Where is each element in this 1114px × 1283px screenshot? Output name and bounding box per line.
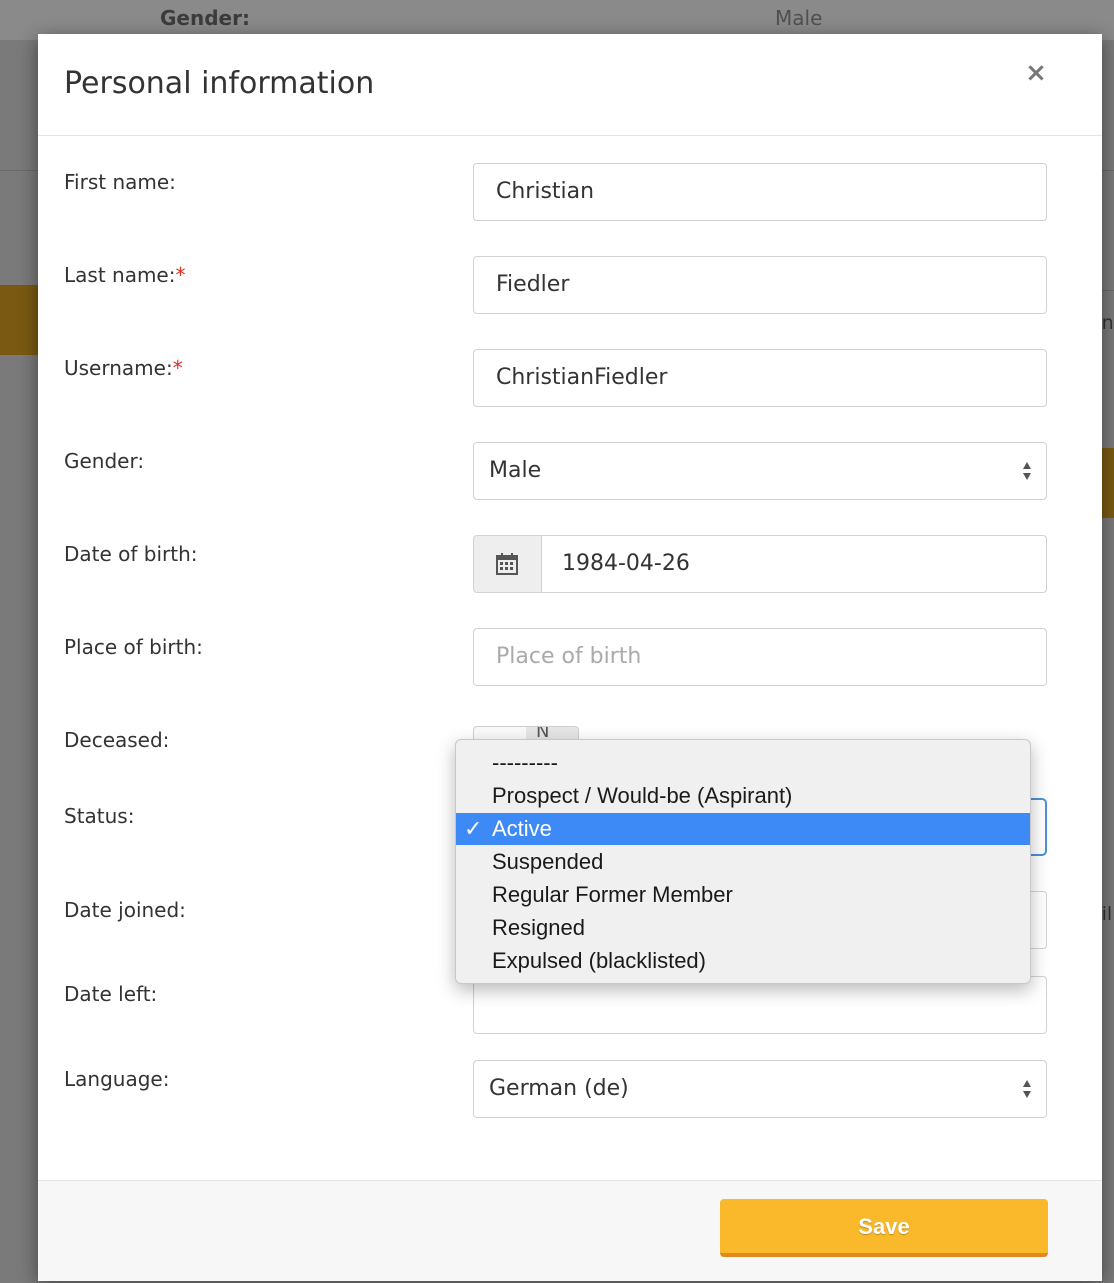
status-option-label: Prospect / Would-be (Aspirant) [492,783,793,808]
date-joined-label: Date joined: [64,898,186,922]
required-mark: * [172,356,183,380]
modal-footer: Save [38,1180,1102,1281]
background-highlight [1102,448,1114,518]
first-name-input[interactable]: Christian [473,163,1047,221]
last-name-input[interactable]: Fiedler [473,256,1047,314]
close-button[interactable]: × [1023,60,1049,86]
status-option-label: Regular Former Member [492,882,733,907]
date-picker-addon[interactable] [474,536,542,592]
date-of-birth-value: 1984-04-26 [562,551,690,576]
status-option-label: Expulsed (blacklisted) [492,948,706,973]
last-name-label: Last name:* [64,263,185,287]
select-arrows-icon [1023,1080,1031,1098]
username-label: Username:* [64,356,183,380]
check-icon: ✓ [464,816,483,841]
date-left-label: Date left: [64,982,158,1006]
gender-label: Gender: [64,449,145,473]
last-name-value: Fiedler [496,272,570,297]
status-option[interactable]: Resigned [456,912,1030,944]
status-option[interactable]: Suspended [456,846,1030,878]
status-option[interactable]: --------- [456,747,1030,779]
date-of-birth-label: Date of birth: [64,542,198,566]
first-name-label: First name: [64,170,176,194]
select-arrows-icon [1023,462,1031,480]
status-option-label: Suspended [492,849,604,874]
language-label: Language: [64,1067,170,1091]
status-option[interactable]: Expulsed (blacklisted) [456,945,1030,977]
status-option-label: Resigned [492,915,585,940]
save-button[interactable]: Save [720,1199,1048,1257]
modal-title: Personal information [64,66,375,101]
background-highlight [0,285,38,355]
status-option-label: Active [492,816,552,841]
first-name-value: Christian [496,179,595,204]
background-gender-value: Male [775,6,823,30]
status-option[interactable]: ✓ Active [456,813,1030,845]
username-input[interactable]: ChristianFiedler [473,349,1047,407]
place-of-birth-placeholder: Place of birth [496,644,642,669]
status-dropdown-menu: --------- Prospect / Would-be (Aspirant) ✓… [455,739,1031,984]
last-name-label-text: Last name: [64,263,176,287]
modal-header: Personal information × [38,34,1102,136]
background-gender-label: Gender: [160,6,250,30]
date-of-birth-input[interactable]: 1984-04-26 [473,535,1047,593]
close-icon: × [1025,58,1047,88]
place-of-birth-label: Place of birth: [64,635,203,659]
status-option[interactable]: Regular Former Member [456,879,1030,911]
calendar-icon [496,553,518,575]
username-value: ChristianFiedler [496,365,668,390]
username-label-text: Username: [64,356,173,380]
status-option-label: --------- [492,750,558,775]
gender-select[interactable]: Male [473,442,1047,500]
language-select[interactable]: German (de) [473,1060,1047,1118]
status-label: Status: [64,804,135,828]
status-option[interactable]: Prospect / Would-be (Aspirant) [456,780,1030,812]
required-mark: * [175,263,186,287]
date-left-input[interactable] [473,976,1047,1034]
gender-selected-value: Male [489,458,542,483]
language-selected-value: German (de) [489,1076,629,1101]
personal-information-modal: Personal information × First name: Chris… [38,34,1102,1281]
deceased-label: Deceased: [64,728,170,752]
place-of-birth-input[interactable]: Place of birth [473,628,1047,686]
